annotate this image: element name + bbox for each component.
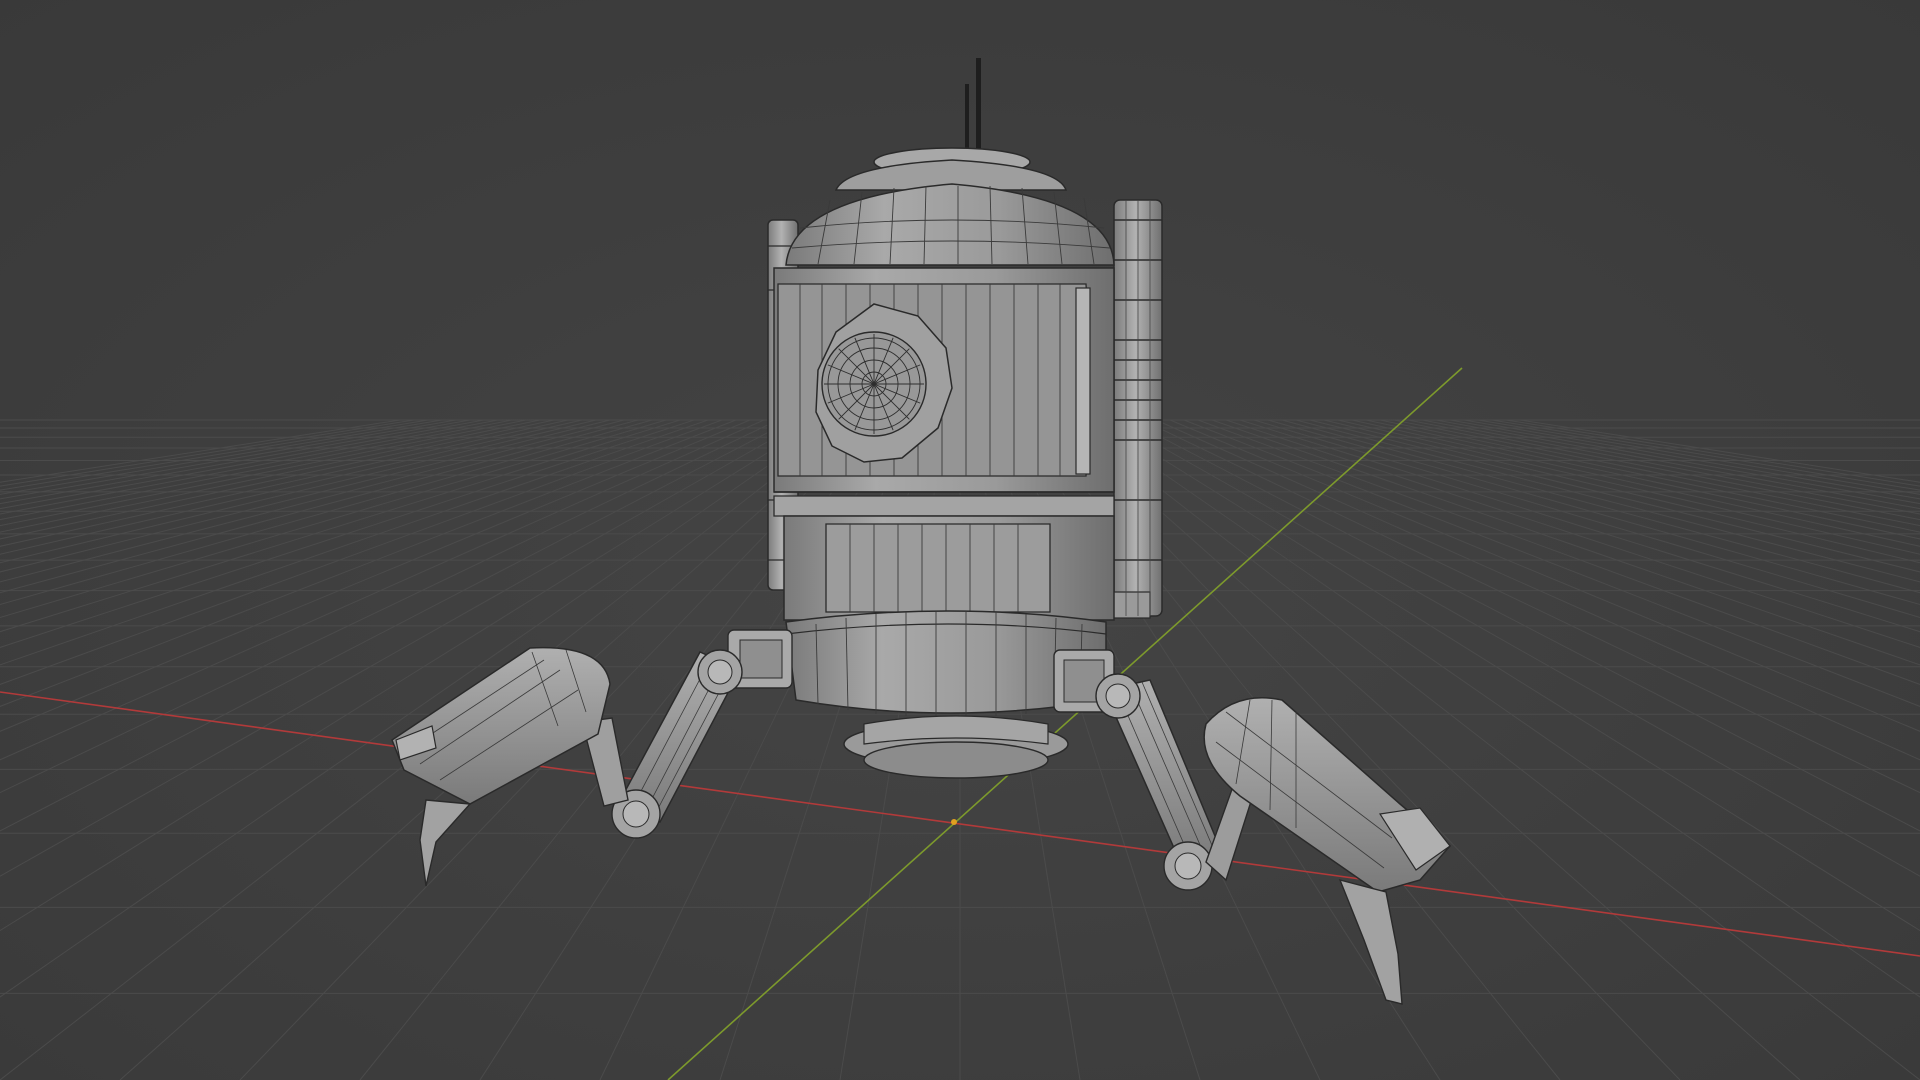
base-disc[interactable]	[843, 715, 1069, 779]
viewport-canvas[interactable]	[0, 0, 1920, 1080]
3d-viewport[interactable]	[0, 0, 1920, 1080]
body-mid[interactable]	[773, 495, 1115, 621]
world-origin-marker	[951, 819, 957, 825]
side-pipe-right[interactable]	[1109, 199, 1163, 619]
